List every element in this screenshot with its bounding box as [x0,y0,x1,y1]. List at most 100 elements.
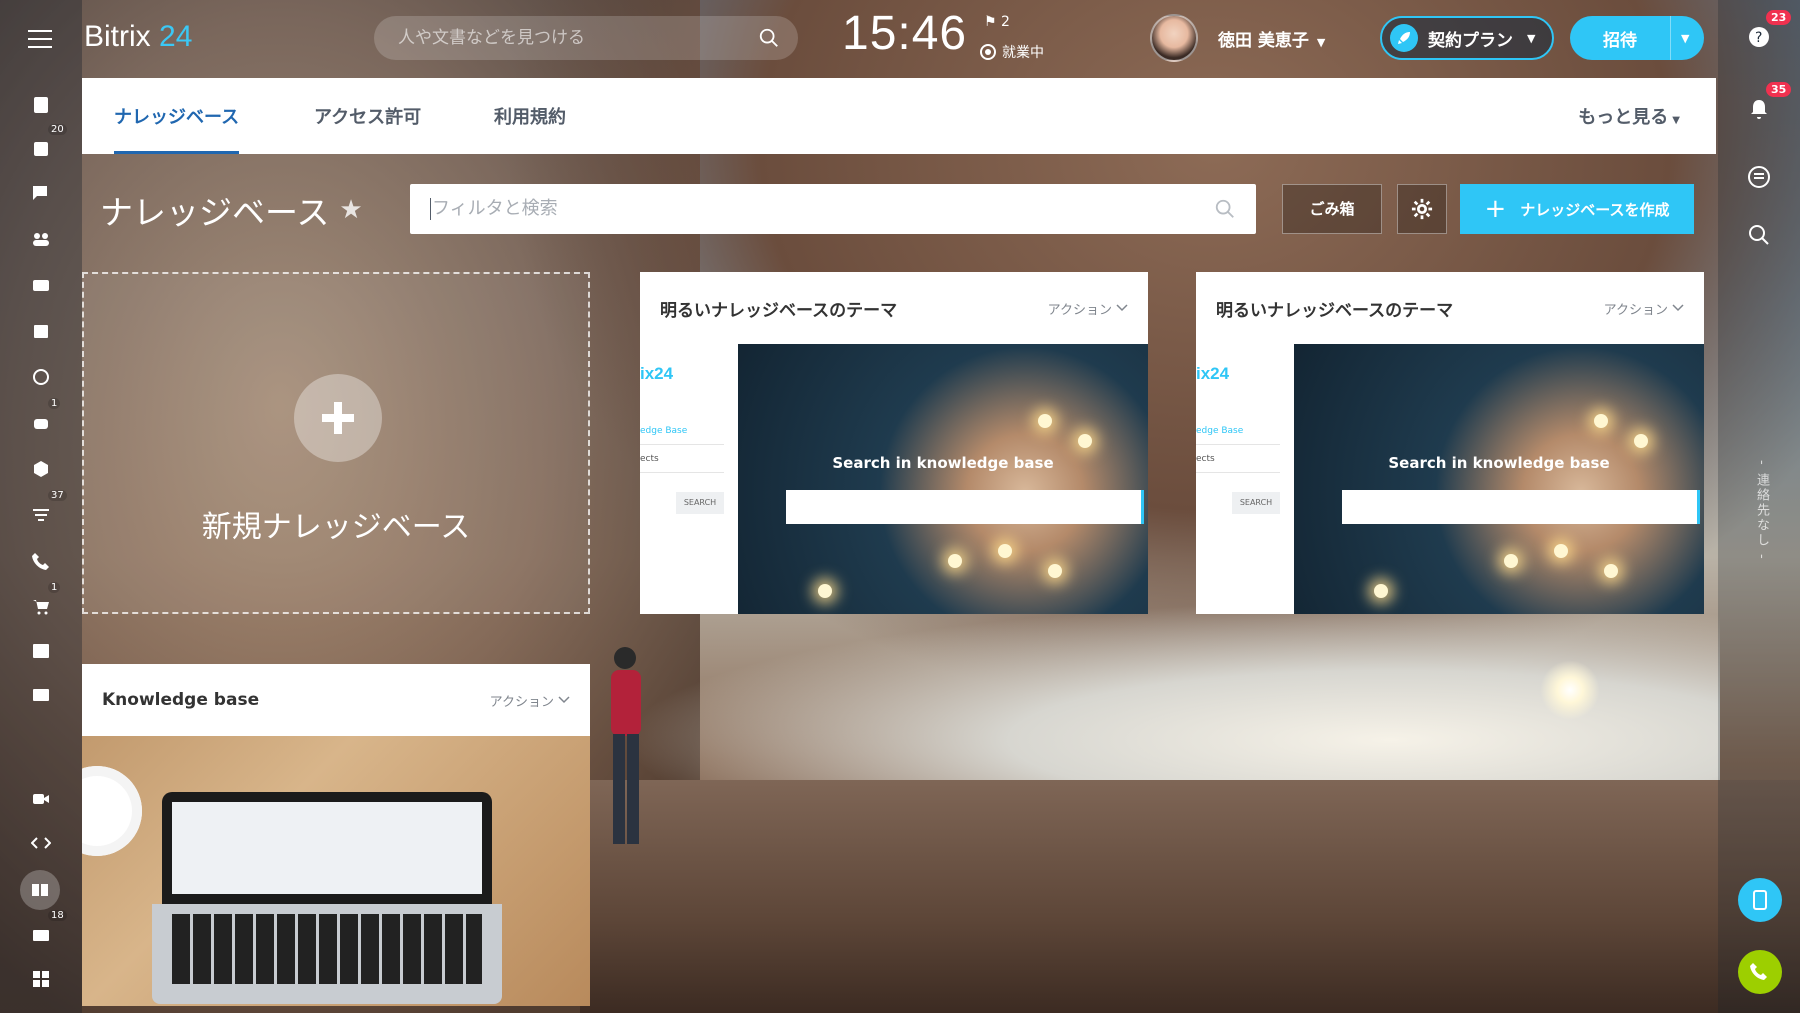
flag-counter[interactable]: ⚑ 2 [984,14,1010,30]
drive-icon[interactable] [22,268,60,302]
global-search-input[interactable]: 人や文書などを見つける [374,16,798,60]
notification-bell-icon[interactable]: 35 [1742,82,1792,126]
svg-text:?: ? [1755,30,1762,46]
background-sun [1540,660,1600,720]
flag-count-value: 2 [1001,14,1010,30]
theme-preview: ix24 edge Base ects SEARCH Search in kno… [640,344,1148,614]
preview-divider [1196,444,1280,445]
mail-icon[interactable]: 18 [22,910,67,952]
clock-icon[interactable] [22,360,60,394]
settings-button[interactable] [1397,184,1447,234]
tab-access-permissions[interactable]: アクセス許可 [314,78,421,154]
knowledge-base-card[interactable]: 明るいナレッジベースのテーマ アクション ix24 edge Base ects… [640,272,1148,614]
phone-icon[interactable] [22,544,60,578]
preview-hero-image: Search in knowledge base [1294,344,1704,614]
preview-menu-item: ects [1196,454,1215,464]
sites-icon[interactable] [22,634,60,668]
chevron-down-icon [558,696,570,704]
search-icon[interactable] [1742,218,1776,252]
trash-button[interactable]: ごみ箱 [1282,184,1382,234]
tasks-icon[interactable]: 20 [22,124,67,166]
knowledge-base-icon[interactable] [20,870,60,910]
new-knowledge-base-card[interactable]: 新規ナレッジベース [82,272,590,614]
call-button[interactable] [1738,950,1782,994]
gear-icon [1411,198,1433,220]
preview-sidebar: ix24 edge Base ects SEARCH [1196,344,1294,614]
tab-knowledge-base[interactable]: ナレッジベース [114,78,240,154]
card-title: 明るいナレッジベースのテーマ [660,300,898,321]
cart-badge: 1 [48,582,61,593]
groups-icon[interactable] [22,222,60,256]
card-action-menu[interactable]: アクション [1048,299,1128,318]
knowledge-base-card[interactable]: 明るいナレッジベースのテーマ アクション ix24 edge Base ects… [1196,272,1704,614]
preview-menu-item: ects [640,454,659,464]
preview-hero-image: Search in knowledge base [738,344,1148,614]
preview-search-field [1342,490,1700,524]
chevron-down-icon[interactable]: ▼ [1681,32,1689,45]
plan-button[interactable]: 契約プラン ▼ [1380,16,1554,60]
chevron-down-icon: ▼ [1316,36,1326,49]
cart-icon[interactable]: 1 [22,582,61,624]
action-label: アクション [1603,302,1668,318]
light-bulb [1554,544,1568,558]
light-bulb [998,544,1012,558]
preview-caption: Search in knowledge base [832,454,1054,472]
search-icon[interactable] [758,27,780,49]
card-action-menu[interactable]: アクション [490,691,570,710]
box-icon[interactable] [22,452,60,486]
preview-brand: ix24 [640,364,674,383]
card-action-menu[interactable]: アクション [1604,299,1684,318]
rocket-icon [1390,24,1418,52]
laptop-keyboard [152,904,502,1004]
light-bulb [1048,564,1062,578]
feed-icon[interactable] [22,88,60,122]
chat-icon[interactable] [22,176,60,210]
apps-grid-icon[interactable] [22,962,60,996]
clock-time[interactable]: 15:46 [842,6,967,61]
card-header: 明るいナレッジベースのテーマ アクション [640,272,1148,344]
robot-badge: 1 [48,398,61,409]
card-title: Knowledge base [102,690,260,710]
preview-divider [1196,472,1280,473]
create-knowledge-base-button[interactable]: + ナレッジベースを作成 [1460,184,1694,234]
plan-label: 契約プラン [1428,30,1513,51]
more-menu[interactable]: もっと見る ▼ [1578,78,1680,154]
code-icon[interactable] [22,826,60,860]
plus-icon: + [1484,194,1507,224]
filter-badge: 37 [48,490,67,501]
preview-divider [640,472,724,473]
mobile-app-button[interactable] [1738,878,1782,922]
invite-button[interactable]: 招待 ▼ [1570,16,1704,60]
robot-icon[interactable]: 1 [22,398,61,440]
messages-icon[interactable] [1742,160,1776,194]
star-icon[interactable]: ★ [339,195,362,225]
filter-icon[interactable]: 37 [22,490,67,532]
left-sidebar: 20 1 37 1 18 [0,0,82,1013]
app-logo[interactable]: Bitrix 24 [84,20,192,54]
preview-search-button: SEARCH [676,492,724,514]
laptop-illustration [152,792,502,1004]
help-icon[interactable]: ? 23 [1742,10,1792,54]
user-avatar[interactable] [1150,14,1198,62]
work-status[interactable]: 就業中 [980,42,1044,62]
knowledge-base-card[interactable]: Knowledge base アクション [82,664,590,1006]
contacts-icon[interactable] [22,678,60,712]
chevron-down-icon: ▼ [1527,31,1536,45]
video-icon[interactable] [22,782,60,816]
theme-preview: ix24 edge Base ects SEARCH Search in kno… [1196,344,1704,614]
card-header: Knowledge base アクション [82,664,590,736]
search-icon[interactable] [1214,198,1236,220]
filter-search-input[interactable]: フィルタと検索 [410,184,1256,234]
preview-sidebar: ix24 edge Base ects SEARCH [640,344,738,614]
page-title-text: ナレッジベース [100,193,330,232]
tab-terms-of-use[interactable]: 利用規約 [494,78,566,154]
user-menu[interactable]: 徳田 美恵子 ▼ [1218,26,1325,51]
new-knowledge-base-label: 新規ナレッジベース [201,510,471,545]
calendar-icon[interactable] [22,314,60,348]
phone-sync-icon [1753,890,1767,910]
preview-link: edge Base [1196,426,1244,436]
text-cursor [430,198,431,220]
chevron-down-icon: ▼ [1672,115,1680,126]
menu-icon[interactable] [28,30,52,48]
preview-brand: ix24 [1196,364,1230,383]
